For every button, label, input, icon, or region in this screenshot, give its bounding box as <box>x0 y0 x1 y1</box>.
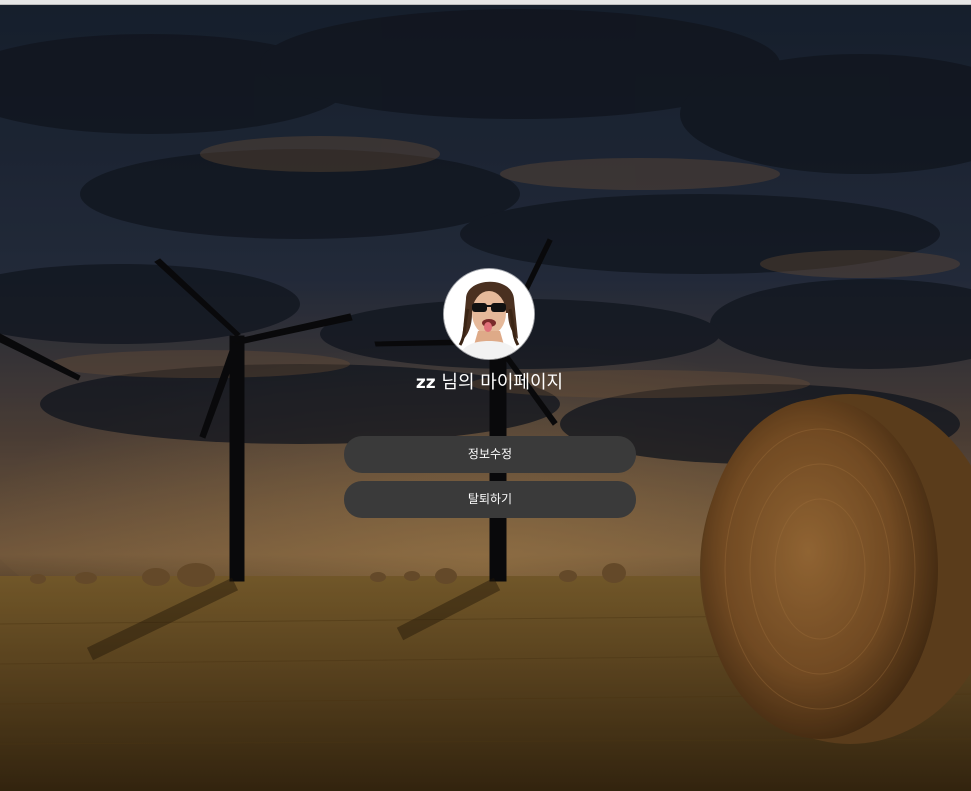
title-suffix: 님의 마이페이지 <box>435 372 564 393</box>
browser-top-border <box>0 0 971 5</box>
page-title: zz 님의 마이페이지 <box>0 372 971 394</box>
user-nickname: zz <box>415 373 436 393</box>
profile-section: zz 님의 마이페이지 정보수정 탈퇴하기 <box>0 0 971 791</box>
withdraw-button[interactable]: 탈퇴하기 <box>344 481 636 518</box>
mypage-screen: zz 님의 마이페이지 정보수정 탈퇴하기 <box>0 0 971 791</box>
edit-info-button[interactable]: 정보수정 <box>344 436 636 473</box>
profile-avatar <box>444 269 534 359</box>
